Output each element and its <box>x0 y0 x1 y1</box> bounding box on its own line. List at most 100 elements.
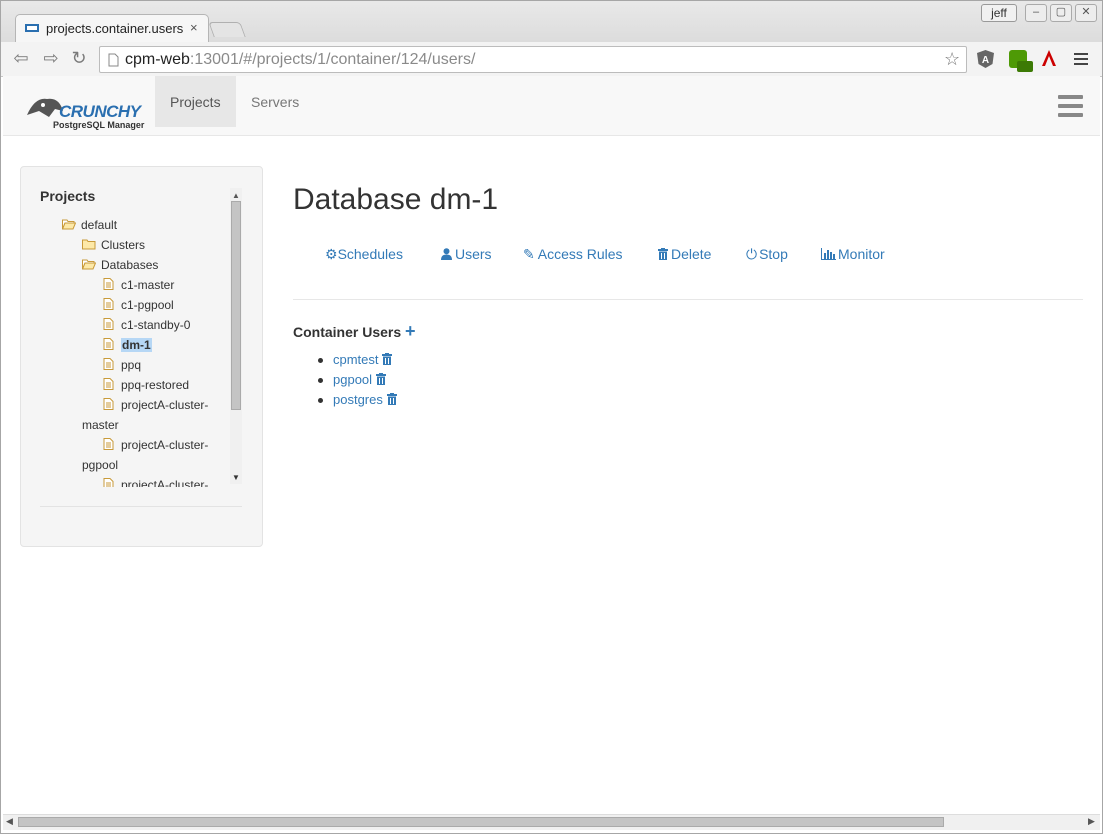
tree-item-label: projectA-cluster- <box>121 398 209 412</box>
logo-text: CRUNCHY <box>59 102 141 121</box>
list-bullet <box>318 358 323 363</box>
tree-item-label: Databases <box>101 258 159 272</box>
tree-item-continuation[interactable]: master <box>21 415 230 435</box>
stop-link[interactable]: ⏻ Stop <box>746 246 788 263</box>
maximize-button[interactable]: ▢ <box>1050 4 1072 22</box>
file-icon <box>103 438 114 450</box>
nav-servers[interactable]: Servers <box>236 76 314 127</box>
user-icon <box>441 248 452 260</box>
browser-toolbar: ⇦ ⇨ ↻ cpm-web:13001/#/projects/1/contain… <box>0 42 1103 77</box>
tree-item[interactable]: Clusters <box>21 235 230 255</box>
scroll-left-icon[interactable]: ◀ <box>6 816 13 827</box>
tree-item-continuation[interactable]: pgpool <box>21 455 230 475</box>
pdf-extension-icon[interactable] <box>1040 49 1058 67</box>
tree-item-label: dm-1 <box>121 338 152 352</box>
horizontal-scrollbar[interactable]: ◀ ▶ <box>3 814 1100 830</box>
reload-icon[interactable]: ↻ <box>68 48 90 69</box>
horizontal-scroll-thumb[interactable] <box>18 817 944 827</box>
address-bar[interactable]: cpm-web:13001/#/projects/1/container/124… <box>99 46 967 73</box>
page-title: Database dm-1 <box>293 183 499 216</box>
scroll-right-icon[interactable]: ▶ <box>1088 816 1095 827</box>
crunchy-logo[interactable]: CRUNCHY PostgreSQL Manager <box>25 93 144 131</box>
file-icon <box>103 278 114 290</box>
user-profile-button[interactable]: jeff <box>981 4 1017 22</box>
angular-extension-icon[interactable]: A <box>976 49 995 69</box>
bookmark-star-icon[interactable]: ☆ <box>944 47 960 72</box>
folder-icon <box>82 239 96 250</box>
forward-icon[interactable]: ⇨ <box>40 48 62 69</box>
power-icon: ⏻ <box>746 246 758 262</box>
tree-item-label: c1-pgpool <box>121 298 174 312</box>
add-user-icon[interactable]: + <box>405 321 416 341</box>
user-link[interactable]: cpmtest <box>333 352 379 367</box>
minimize-button[interactable]: – <box>1025 4 1047 22</box>
project-tree: default Clusters Databases c1-master c1-pgpo… <box>21 215 230 487</box>
tree-item[interactable]: c1-standby-0 <box>21 315 230 335</box>
tree-item-label: default <box>81 218 118 232</box>
panel-divider <box>40 506 242 507</box>
schedules-link[interactable]: ⚙Schedules <box>325 246 403 263</box>
tree-item[interactable]: ppq <box>21 355 230 375</box>
file-icon <box>103 478 114 487</box>
trash-icon[interactable] <box>386 393 397 405</box>
scroll-down-icon[interactable]: ▼ <box>232 473 240 482</box>
user-item-pgpool: pgpool <box>333 372 386 387</box>
user-item-postgres: postgres <box>333 392 397 407</box>
tree-item-label: Clusters <box>101 238 146 252</box>
file-icon <box>103 378 114 390</box>
extension-on-icon[interactable] <box>1007 48 1033 72</box>
tree-item[interactable]: projectA-cluster- <box>21 475 230 487</box>
tree-item[interactable]: projectA-cluster- <box>21 435 230 455</box>
tree-item-label: c1-master <box>121 278 175 292</box>
panel-title: Projects <box>40 188 96 204</box>
close-window-button[interactable]: ✕ <box>1075 4 1097 22</box>
back-icon[interactable]: ⇦ <box>10 48 32 69</box>
trash-icon <box>658 248 668 260</box>
app-navbar: CRUNCHY PostgreSQL Manager Projects Serv… <box>3 76 1100 136</box>
users-link[interactable]: Users <box>441 246 492 262</box>
tab-close-icon[interactable]: × <box>190 20 198 35</box>
edit-icon: ✎ <box>523 246 535 262</box>
page-icon <box>108 53 119 67</box>
tree-item[interactable]: c1-master <box>21 275 230 295</box>
svg-text:A: A <box>982 55 989 66</box>
tree-scroll-thumb[interactable] <box>231 201 241 410</box>
tree-item[interactable]: Databases <box>21 255 230 275</box>
trash-icon[interactable] <box>382 353 393 365</box>
url-text: cpm-web:13001/#/projects/1/container/124… <box>125 51 476 68</box>
tree-item[interactable]: projectA-cluster- <box>21 395 230 415</box>
crunchy-favicon-icon <box>25 24 39 32</box>
tree-item-label: projectA-cluster- <box>121 478 209 487</box>
folder-open-icon <box>61 219 77 230</box>
monitor-link[interactable]: Monitor <box>821 246 885 262</box>
list-bullet <box>318 378 323 383</box>
tree-item[interactable]: c1-pgpool <box>21 295 230 315</box>
logo-subtitle: PostgreSQL Manager <box>53 120 145 130</box>
browser-tab[interactable]: projects.container.users × <box>15 14 209 43</box>
folder-open-icon <box>81 259 97 270</box>
navbar-menu-button[interactable] <box>1058 95 1083 122</box>
user-item-cpmtest: cpmtest <box>333 352 393 367</box>
tree-item[interactable]: default <box>21 215 230 235</box>
browser-tabstrip: projects.container.users × jeff – ▢ ✕ <box>0 0 1103 43</box>
tab-title: projects.container.users <box>46 21 184 36</box>
tree-scrollbar[interactable]: ▲ ▼ <box>230 188 242 484</box>
trash-icon[interactable] <box>375 373 386 385</box>
section-title: Container Users + <box>293 321 416 341</box>
tree-item[interactable]: dm-1 <box>21 335 230 355</box>
nav-projects[interactable]: Projects <box>155 76 236 127</box>
file-icon <box>103 398 114 410</box>
file-icon <box>103 338 114 350</box>
projects-panel: Projects default Clusters Databases c1-mast… <box>20 166 263 547</box>
new-tab-button[interactable] <box>208 22 246 37</box>
chrome-menu-icon[interactable] <box>1074 53 1088 65</box>
file-icon <box>103 318 114 330</box>
user-link[interactable]: postgres <box>333 392 383 407</box>
delete-link[interactable]: Delete <box>658 246 711 262</box>
user-link[interactable]: pgpool <box>333 372 372 387</box>
scroll-up-icon[interactable]: ▲ <box>232 191 240 200</box>
tree-item-label: ppq-restored <box>121 378 190 392</box>
tree-item[interactable]: ppq-restored <box>21 375 230 395</box>
access-rules-link[interactable]: ✎ Access Rules <box>523 246 623 263</box>
content-divider <box>293 299 1083 300</box>
